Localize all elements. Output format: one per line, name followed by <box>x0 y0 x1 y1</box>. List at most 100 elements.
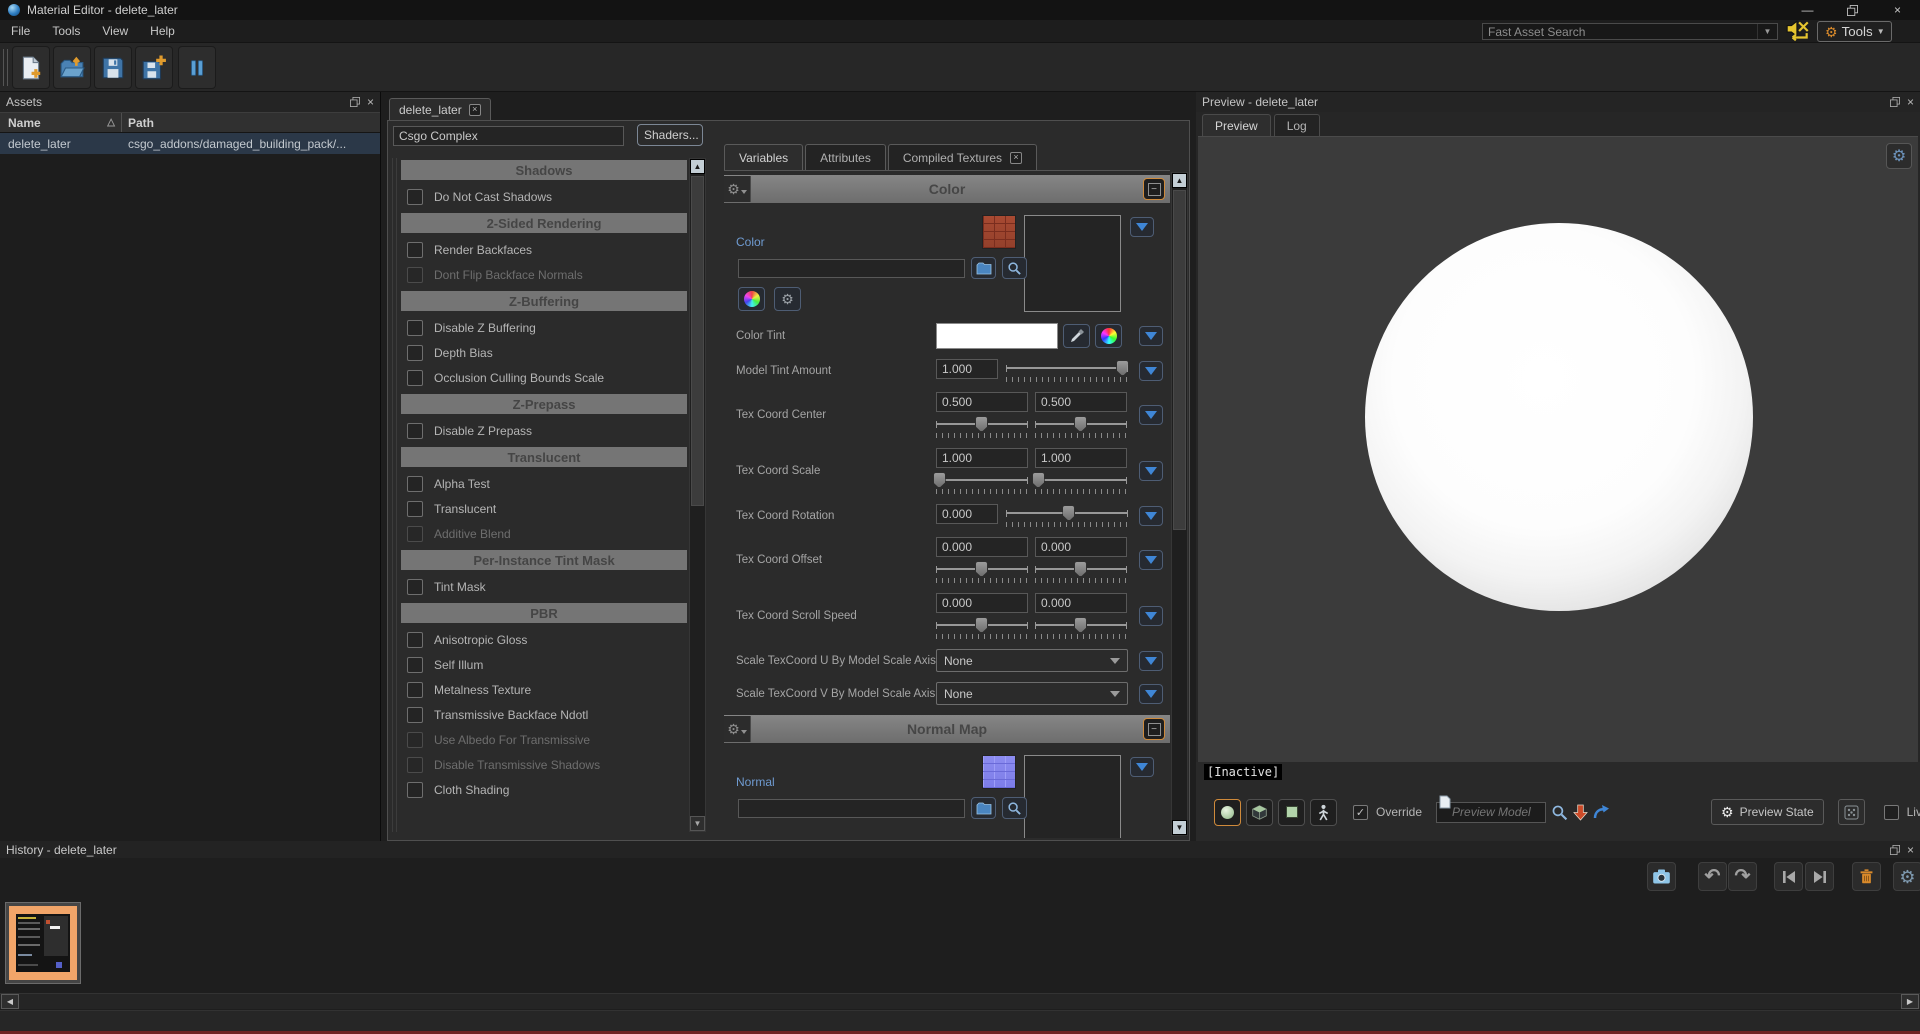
param-menu-button[interactable] <box>1130 757 1154 777</box>
close-panel-button[interactable]: × <box>1907 95 1914 109</box>
collapse-section-button[interactable]: − <box>1143 718 1165 740</box>
checkbox-disable-transmissive-shadows[interactable] <box>407 756 423 773</box>
flag-row-use-albedo-for-transmissive[interactable]: Use Albedo For Transmissive <box>401 727 687 752</box>
document-tab[interactable]: delete_later × <box>389 98 491 120</box>
slider[interactable] <box>936 561 1028 583</box>
checkbox-render-backfaces[interactable] <box>407 241 423 258</box>
fast-asset-search[interactable]: ▼ <box>1482 23 1778 40</box>
close-tab-icon[interactable]: × <box>1010 151 1023 164</box>
slider-handle[interactable] <box>975 416 988 432</box>
override-checkbox[interactable]: ✓ <box>1353 804 1368 820</box>
scroll-down-button[interactable]: ▼ <box>1172 820 1187 835</box>
scroll-down-button[interactable]: ▼ <box>690 816 705 831</box>
color-swatch[interactable] <box>936 323 1058 349</box>
checkbox-transmissive-backface-ndotl[interactable] <box>407 706 423 723</box>
slider[interactable] <box>1006 359 1130 382</box>
value-input[interactable] <box>1035 392 1127 412</box>
tools-dropdown-button[interactable]: ⚙ Tools ▼ <box>1817 21 1892 42</box>
slider-track[interactable] <box>936 416 1028 432</box>
column-header-name[interactable]: Name △ <box>0 113 122 132</box>
texture-path-input[interactable] <box>738 258 965 278</box>
menu-tools[interactable]: Tools <box>41 24 91 38</box>
param-menu-button[interactable] <box>1139 326 1163 346</box>
flag-row-cloth-shading[interactable]: Cloth Shading <box>401 777 687 802</box>
float-panel-icon[interactable] <box>349 97 360 107</box>
dropdown-scale-texcoord-v-by-model-scale-axis[interactable]: None <box>936 682 1128 705</box>
open-asset-button[interactable] <box>53 46 91 89</box>
history-go-last-button[interactable] <box>1805 862 1834 891</box>
mute-sounds-button[interactable] <box>1785 18 1811 44</box>
history-scrollbar[interactable]: ◀ ▶ <box>0 993 1920 1009</box>
texture-thumbnail[interactable] <box>982 215 1016 249</box>
slider-handle[interactable] <box>975 617 988 633</box>
param-menu-button[interactable] <box>1139 505 1163 526</box>
preview-viewport[interactable]: ⚙ <box>1198 136 1918 762</box>
toolbar-drag-handle[interactable] <box>3 49 8 86</box>
preview-state-button[interactable]: ⚙ Preview State <box>1711 799 1824 825</box>
checkbox-anisotropic-gloss[interactable] <box>407 631 423 648</box>
flag-row-render-backfaces[interactable]: Render Backfaces <box>401 237 687 262</box>
close-button[interactable]: × <box>1875 0 1920 20</box>
flag-row-translucent[interactable]: Translucent <box>401 496 687 521</box>
texture-thumbnail[interactable] <box>982 755 1016 789</box>
slider[interactable] <box>1035 416 1127 438</box>
checkbox-occlusion-culling-bounds-scale[interactable] <box>407 369 423 386</box>
new-asset-button[interactable] <box>12 46 50 89</box>
flag-row-self-illum[interactable]: Self Illum <box>401 652 687 677</box>
slider-handle[interactable] <box>1062 505 1076 521</box>
checkbox-metalness-texture[interactable] <box>407 681 423 698</box>
value-input[interactable] <box>936 448 1028 468</box>
slider-track[interactable] <box>1031 472 1127 488</box>
section-menu-button[interactable]: ⚙ <box>724 716 751 742</box>
value-input[interactable] <box>936 359 998 379</box>
slider[interactable] <box>936 416 1028 438</box>
checkbox-tint-mask[interactable] <box>407 578 423 595</box>
float-panel-icon[interactable] <box>1889 844 1900 855</box>
param-menu-button[interactable] <box>1139 650 1163 671</box>
tab-attributes[interactable]: Attributes <box>805 144 886 170</box>
tab-preview[interactable]: Preview <box>1202 114 1271 136</box>
flag-row-metalness-texture[interactable]: Metalness Texture <box>401 677 687 702</box>
color-wheel-button[interactable] <box>1095 324 1122 348</box>
checkbox-self-illum[interactable] <box>407 656 423 673</box>
history-undo-button[interactable]: ↶ <box>1698 862 1727 891</box>
minimize-button[interactable]: — <box>1785 0 1830 20</box>
slider-track[interactable] <box>1035 561 1127 577</box>
flag-row-disable-z-buffering[interactable]: Disable Z Buffering <box>401 315 687 340</box>
param-menu-button[interactable] <box>1139 683 1163 704</box>
viewport-settings-button[interactable]: ⚙ <box>1886 143 1912 169</box>
param-menu-button[interactable] <box>1130 217 1154 237</box>
history-entry[interactable] <box>5 902 81 984</box>
flags-scrollbar[interactable]: ▲ ▼ <box>689 158 706 832</box>
browse-texture-button[interactable] <box>971 797 996 819</box>
flag-row-transmissive-backface-ndotl[interactable]: Transmissive Backface Ndotl <box>401 702 687 727</box>
checkbox-additive-blend[interactable] <box>407 525 423 542</box>
menu-help[interactable]: Help <box>139 24 186 38</box>
eyedropper-button[interactable] <box>1063 324 1090 348</box>
slider-handle[interactable] <box>1031 472 1045 488</box>
history-delete-button[interactable] <box>1852 862 1881 891</box>
flag-row-do-not-cast-shadows[interactable]: Do Not Cast Shadows <box>401 184 687 209</box>
save-as-button[interactable] <box>135 46 173 89</box>
maximize-button[interactable] <box>1830 0 1875 20</box>
flag-row-occlusion-culling-bounds-scale[interactable]: Occlusion Culling Bounds Scale <box>401 365 687 390</box>
scrollbar-thumb[interactable] <box>1173 190 1186 530</box>
slider-track[interactable] <box>1006 360 1130 376</box>
slider-track[interactable] <box>1006 505 1128 521</box>
checkbox-cloth-shading[interactable] <box>407 781 423 798</box>
checkbox-alpha-test[interactable] <box>407 475 423 492</box>
checkbox-depth-bias[interactable] <box>407 344 423 361</box>
save-button[interactable] <box>94 46 132 89</box>
slider[interactable] <box>1006 504 1128 527</box>
flag-row-additive-blend[interactable]: Additive Blend <box>401 521 687 546</box>
variables-scrollbar[interactable]: ▲ ▼ <box>1171 172 1188 836</box>
flag-row-dont-flip-backface-normals[interactable]: Dont Flip Backface Normals <box>401 262 687 287</box>
tab-compiled-textures[interactable]: Compiled Textures × <box>887 144 1038 170</box>
param-menu-button[interactable] <box>1139 405 1163 425</box>
load-model-button[interactable] <box>1573 804 1588 821</box>
chevron-down-icon[interactable]: ▼ <box>1757 24 1777 39</box>
search-model-button[interactable] <box>1551 804 1568 821</box>
scroll-left-button[interactable]: ◀ <box>1 994 19 1009</box>
section-menu-button[interactable]: ⚙ <box>724 176 751 202</box>
dropdown-scale-texcoord-u-by-model-scale-axis[interactable]: None <box>936 649 1128 672</box>
